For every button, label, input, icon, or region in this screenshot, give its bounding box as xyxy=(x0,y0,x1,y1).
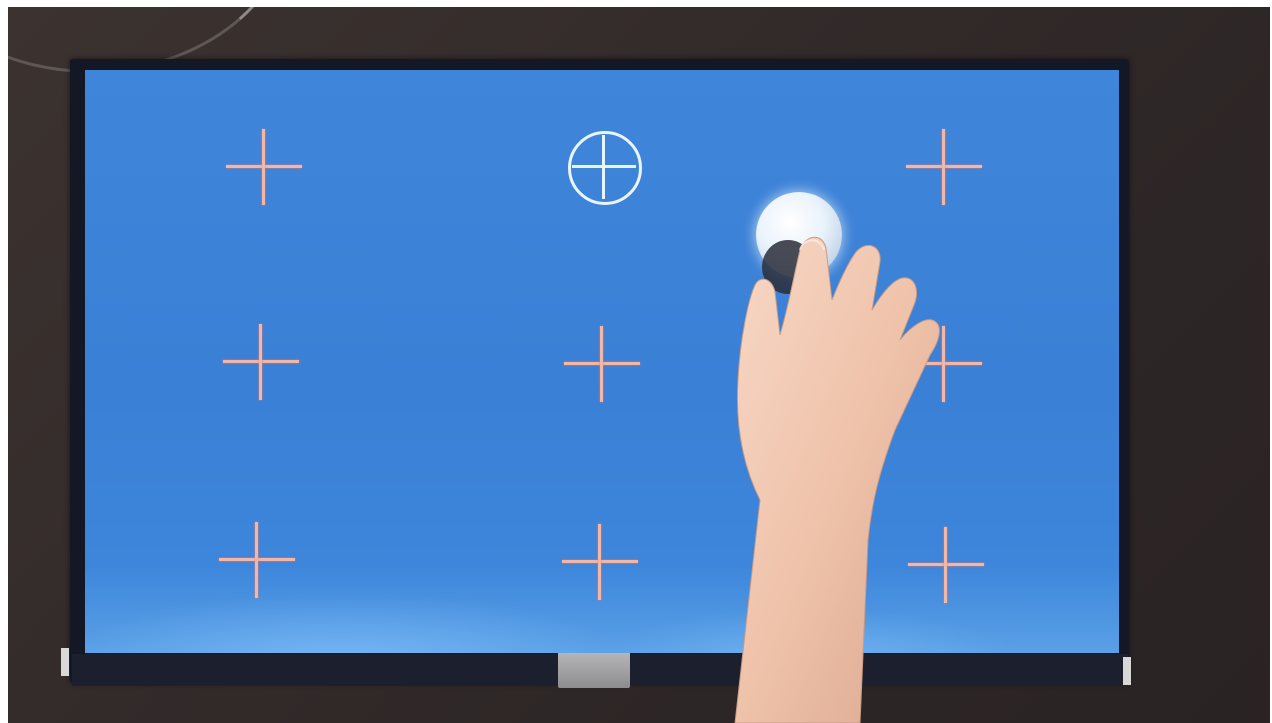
target-ring-icon xyxy=(568,131,642,205)
calibration-target-bottom-right[interactable] xyxy=(908,527,984,603)
calibration-target-top-right[interactable] xyxy=(906,129,982,205)
monitor-foot-left xyxy=(61,648,69,676)
calibration-target-bottom-left[interactable] xyxy=(219,522,295,598)
monitor-stand xyxy=(558,650,630,688)
calibration-target-top-center[interactable] xyxy=(566,129,642,205)
calibration-target-middle-left[interactable] xyxy=(223,324,299,400)
monitor-foot-right xyxy=(1123,657,1131,685)
calibration-target-middle-right[interactable] xyxy=(906,326,982,402)
touch-contact-shadow xyxy=(762,240,814,294)
calibration-target-top-left[interactable] xyxy=(226,129,302,205)
calibration-target-middle-center[interactable] xyxy=(564,326,640,402)
calibration-target-bottom-center[interactable] xyxy=(562,524,638,600)
